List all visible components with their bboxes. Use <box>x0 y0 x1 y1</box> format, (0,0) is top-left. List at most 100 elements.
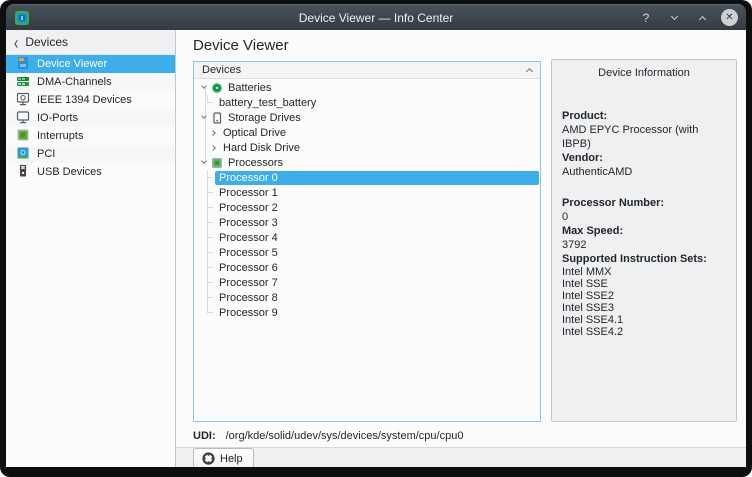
device-tree-panel: Devices Batteriesbattery_test_batterySto… <box>193 61 541 422</box>
tree-row-processor-3[interactable]: Processor 3 <box>194 215 540 230</box>
tree-branch-line <box>207 215 215 230</box>
tree-row-processor-0[interactable]: Processor 0 <box>194 170 540 185</box>
tree-row-hard-disk-drive[interactable]: Hard Disk Drive <box>194 140 540 155</box>
device-information-panel: Device Information Product:AMD EPYC Proc… <box>551 59 737 422</box>
window-content: ‹ Devices Device Viewer DMA-Channels IEEE … <box>6 30 746 467</box>
field-value: AMD EPYC Processor (with IBPB) <box>562 123 726 151</box>
tree-row-label: Processor 7 <box>215 276 282 290</box>
expander-chevron-down-icon[interactable] <box>198 117 210 118</box>
back-icon[interactable]: ‹ <box>14 33 18 51</box>
field-label: Vendor: <box>562 151 726 165</box>
sidebar-header[interactable]: ‹ Devices <box>6 30 175 55</box>
field-label: Processor Number: <box>562 196 726 210</box>
tree-row-processor-8[interactable]: Processor 8 <box>194 290 540 305</box>
tree-body: Batteriesbattery_test_batteryStorage Dri… <box>194 79 540 421</box>
window: Device Viewer — Info Center ? ✕ ‹ Device… <box>0 0 752 477</box>
sidebar-item-ieee-1394-devices[interactable]: IEEE 1394 Devices <box>6 91 175 109</box>
tree-row-battery-test-battery[interactable]: battery_test_battery <box>194 95 540 110</box>
tree-row-label: Optical Drive <box>219 126 290 140</box>
tree-row-batteries[interactable]: Batteries <box>194 80 540 95</box>
usb-devices-icon <box>16 164 30 181</box>
expander-chevron-down-icon[interactable] <box>198 87 210 88</box>
field-value: Intel SSE3 <box>562 302 726 314</box>
tree-row-label: Processors <box>224 156 287 170</box>
sidebar-item-usb-devices[interactable]: USB Devices <box>6 163 175 181</box>
sidebar-item-label: PCI <box>37 148 55 160</box>
tree-branch-line <box>207 305 215 320</box>
help-window-button[interactable]: ? <box>637 9 655 27</box>
tree-header[interactable]: Devices <box>194 62 540 79</box>
app-icon <box>14 10 30 26</box>
help-button[interactable]: Help <box>193 448 254 467</box>
tree-branch-line <box>207 260 215 275</box>
tree-row-label: Processor 4 <box>215 231 282 245</box>
sidebar-item-dma-channels[interactable]: DMA-Channels <box>6 73 175 91</box>
sidebar-item-label: IO-Ports <box>37 112 78 124</box>
tree-row-optical-drive[interactable]: Optical Drive <box>194 125 540 140</box>
maximize-icon[interactable] <box>693 9 711 27</box>
tree-row-processor-1[interactable]: Processor 1 <box>194 185 540 200</box>
tree-row-label: Processor 9 <box>215 306 282 320</box>
tree-row-storage-drives[interactable]: Storage Drives <box>194 110 540 125</box>
expander-chevron-down-icon[interactable] <box>198 162 210 163</box>
sidebar-item-io-ports[interactable]: IO-Ports <box>6 109 175 127</box>
tree-row-processor-9[interactable]: Processor 9 <box>194 305 540 320</box>
sidebar-item-label: Interrupts <box>37 130 83 142</box>
tree-row-label: Processor 5 <box>215 246 282 260</box>
field-value: Intel SSE4.2 <box>562 326 726 338</box>
sidebar-item-interrupts[interactable]: Interrupts <box>6 127 175 145</box>
field-spacer <box>562 179 726 196</box>
battery-icon <box>210 82 224 94</box>
tree-branch-line <box>207 245 215 260</box>
tree-branch-line <box>207 230 215 245</box>
tree-row-processor-5[interactable]: Processor 5 <box>194 245 540 260</box>
tree-row-processor-7[interactable]: Processor 7 <box>194 275 540 290</box>
tree-row-processor-2[interactable]: Processor 2 <box>194 200 540 215</box>
sidebar-list: Device Viewer DMA-Channels IEEE 1394 Devic… <box>6 55 175 467</box>
field-label: Max Speed: <box>562 224 726 238</box>
page-title: Device Viewer <box>193 37 746 59</box>
tree-branch-line <box>207 185 215 200</box>
footer: Help <box>176 447 746 467</box>
tree-row-label: Processor 1 <box>215 186 282 200</box>
udi-row: UDI: /org/kde/solid/udev/sys/devices/sys… <box>193 428 746 444</box>
tree-row-label: Processor 3 <box>215 216 282 230</box>
field-value: Intel MMX <box>562 266 726 278</box>
tree-row-label: Processor 2 <box>215 201 282 215</box>
sidebar-item-label: Device Viewer <box>37 58 107 70</box>
tree-branch-line <box>207 200 215 215</box>
sidebar: ‹ Devices Device Viewer DMA-Channels IEEE … <box>6 30 176 467</box>
sidebar-item-label: USB Devices <box>37 166 102 178</box>
titlebar[interactable]: Device Viewer — Info Center ? ✕ <box>6 4 746 30</box>
tree-header-label: Devices <box>202 64 241 76</box>
sidebar-item-device-viewer[interactable]: Device Viewer <box>6 55 175 73</box>
tree-row-processor-4[interactable]: Processor 4 <box>194 230 540 245</box>
chevron-up-icon[interactable] <box>526 68 533 75</box>
sidebar-item-pci[interactable]: PCI <box>6 145 175 163</box>
window-title: Device Viewer — Info Center <box>6 11 746 25</box>
tree-guideline <box>205 88 206 164</box>
field-label: Supported Instruction Sets: <box>562 252 726 266</box>
device-viewer-icon <box>16 56 30 73</box>
expander-chevron-right-icon[interactable] <box>207 131 219 135</box>
tree-branch-line <box>207 170 215 185</box>
pci-icon <box>16 146 30 163</box>
expander-chevron-right-icon[interactable] <box>207 146 219 150</box>
tree-row-label: battery_test_battery <box>215 96 320 110</box>
sidebar-header-label: Devices <box>25 35 68 49</box>
minimize-icon[interactable] <box>665 9 683 27</box>
sidebar-item-label: IEEE 1394 Devices <box>37 94 132 106</box>
tree-row-label: Processor 8 <box>215 291 282 305</box>
tree-row-processor-6[interactable]: Processor 6 <box>194 260 540 275</box>
info-panel-title: Device Information <box>552 60 736 79</box>
tree-row-processors[interactable]: Processors <box>194 155 540 170</box>
field-value: 0 <box>562 210 726 224</box>
field-value: Intel SSE <box>562 278 726 290</box>
field-value: 3792 <box>562 238 726 252</box>
dma-channels-icon <box>16 74 30 91</box>
tree-row-label: Storage Drives <box>224 111 305 125</box>
cpu-icon <box>210 157 224 169</box>
close-icon[interactable]: ✕ <box>721 9 738 26</box>
interrupts-icon <box>16 128 30 145</box>
help-button-label: Help <box>220 453 243 465</box>
